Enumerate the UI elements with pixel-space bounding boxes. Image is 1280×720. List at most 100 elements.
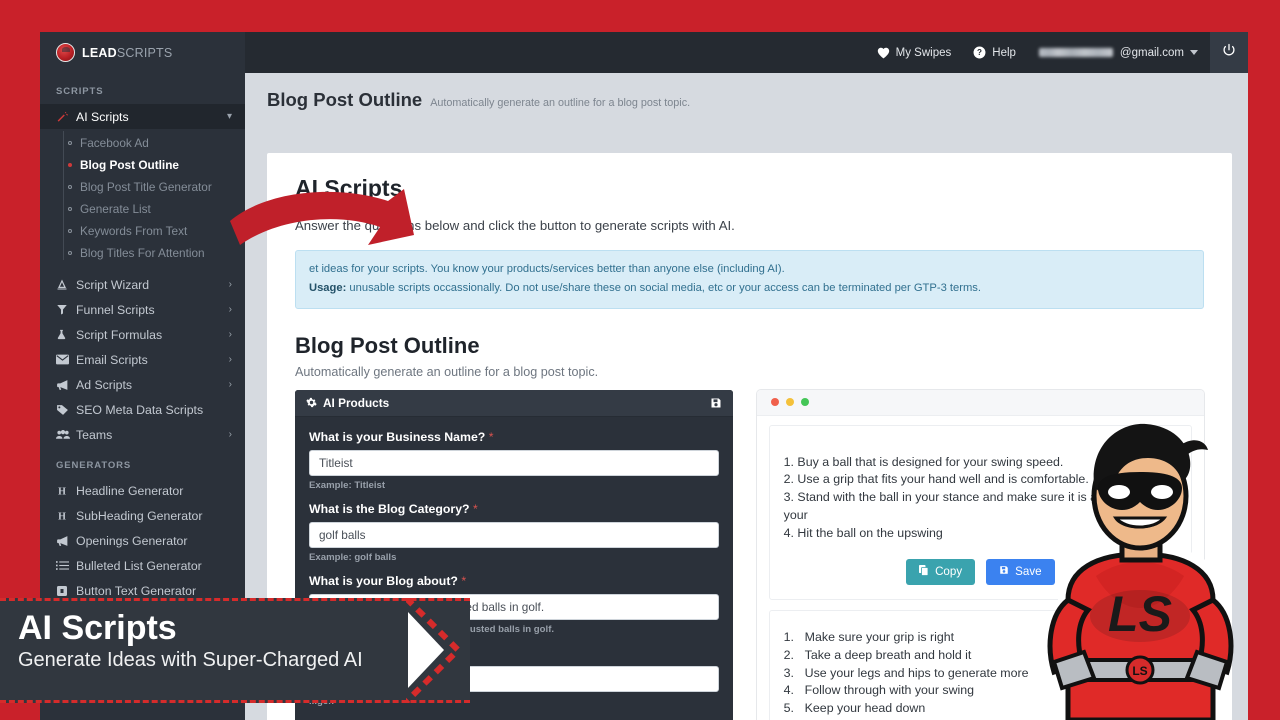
bullet-icon bbox=[68, 141, 72, 145]
screenshot-root: LEADSCRIPTS My Swipes ? Help @gmail.com … bbox=[0, 0, 1280, 720]
list-icon bbox=[56, 560, 73, 571]
sidebar-section-generators: GENERATORS bbox=[56, 460, 132, 471]
chevron-right-icon: › bbox=[228, 428, 232, 440]
question-circle-icon: ? bbox=[973, 46, 986, 59]
result-line-text: Use your legs and hips to generate more bbox=[804, 665, 1029, 680]
required-marker: * bbox=[488, 429, 494, 444]
sidebar-subitem-label: Keywords From Text bbox=[80, 224, 188, 238]
top-navigation-bar: LEADSCRIPTS My Swipes ? Help @gmail.com bbox=[40, 32, 1248, 73]
field-label-text: What is your Business Name? bbox=[309, 429, 486, 444]
sidebar-subitem-blog-titles-for-attention[interactable]: Blog Titles For Attention bbox=[40, 242, 245, 264]
sidebar-subitem-generate-list[interactable]: Generate List bbox=[40, 198, 245, 220]
result-number: 1. bbox=[783, 629, 794, 644]
result-line-text: Follow through with your swing bbox=[804, 683, 975, 698]
promo-banner-subtitle: Generate Ideas with Super-Charged AI bbox=[18, 648, 363, 671]
sidebar-item-subheading-generator[interactable]: H SubHeading Generator bbox=[40, 503, 245, 528]
promo-banner: AI Scripts Generate Ideas with Super-Cha… bbox=[0, 598, 470, 703]
section-subtitle: Automatically generate an outline for a … bbox=[295, 364, 599, 379]
bullet-icon bbox=[68, 185, 72, 189]
sidebar-item-headline-generator[interactable]: H Headline Generator bbox=[40, 478, 245, 503]
bullet-icon bbox=[68, 163, 72, 167]
copy-button[interactable]: Copy bbox=[906, 558, 976, 585]
sidebar-item-openings-generator[interactable]: Openings Generator bbox=[40, 528, 245, 553]
account-menu[interactable]: @gmail.com bbox=[1027, 47, 1210, 59]
sidebar-subitem-label: Blog Post Title Generator bbox=[80, 180, 212, 194]
sidebar-item-label: Script Wizard bbox=[76, 277, 150, 292]
sidebar-item-label: Ad Scripts bbox=[76, 377, 133, 392]
chevron-down-icon: ▾ bbox=[226, 110, 232, 122]
result-number: 2. bbox=[783, 647, 794, 662]
field-label-text: What is the Blog Category? bbox=[309, 501, 470, 516]
sidebar-item-seo-meta-data-scripts[interactable]: SEO Meta Data Scripts bbox=[40, 397, 245, 422]
heart-icon bbox=[877, 47, 890, 59]
help-link[interactable]: ? Help bbox=[962, 32, 1027, 73]
bullet-icon bbox=[68, 251, 72, 255]
bullet-icon bbox=[68, 207, 72, 211]
floppy-save-icon bbox=[999, 565, 1009, 578]
field-blog-category: What is the Blog Category? * Example: go… bbox=[309, 502, 719, 563]
bullet-icon bbox=[68, 229, 72, 233]
copy-icon bbox=[919, 564, 929, 579]
sidebar-item-label: Script Formulas bbox=[76, 327, 163, 342]
sidebar-subitem-blog-post-title-generator[interactable]: Blog Post Title Generator bbox=[40, 176, 245, 198]
sidebar-item-label: AI Scripts bbox=[76, 109, 129, 124]
usage-notice-line-2: Usage: unusable scripts occassionally. D… bbox=[309, 279, 1190, 298]
sidebar-item-script-formulas[interactable]: Script Formulas › bbox=[40, 322, 245, 347]
brand-text-lead: LEAD bbox=[82, 45, 117, 60]
sidebar-item-label: Bulleted List Generator bbox=[76, 558, 202, 573]
brand-logo-link[interactable]: LEADSCRIPTS bbox=[40, 32, 245, 73]
account-email-label: @gmail.com bbox=[1119, 46, 1184, 59]
svg-text:LS: LS bbox=[1108, 586, 1172, 642]
help-label: Help bbox=[992, 46, 1016, 59]
page-title: Blog Post Outline bbox=[267, 89, 423, 110]
field-business-name: What is your Business Name? * Example: T… bbox=[309, 430, 719, 491]
account-email-redacted bbox=[1038, 48, 1113, 57]
flask-icon bbox=[56, 328, 73, 341]
chevron-right-icon: › bbox=[228, 278, 232, 290]
my-swipes-link[interactable]: My Swipes bbox=[866, 32, 963, 73]
required-marker: * bbox=[461, 573, 467, 588]
sidebar-subitem-facebook-ad[interactable]: Facebook Ad bbox=[40, 132, 245, 154]
field-label-text: What is your Blog about? bbox=[309, 573, 458, 588]
sidebar-item-teams[interactable]: Teams › bbox=[40, 422, 245, 447]
page-header: Blog Post Outline Automatically generate… bbox=[245, 73, 1248, 123]
sidebar-subitem-keywords-from-text[interactable]: Keywords From Text bbox=[40, 220, 245, 242]
sidebar-item-email-scripts[interactable]: Email Scripts › bbox=[40, 347, 245, 372]
sidebar-item-script-wizard[interactable]: Script Wizard › bbox=[40, 272, 245, 297]
my-swipes-label: My Swipes bbox=[895, 46, 952, 59]
heading-h-icon: H bbox=[56, 510, 73, 522]
superhero-mascot-image: LS LS bbox=[1018, 400, 1263, 720]
business-name-input[interactable] bbox=[309, 449, 719, 476]
sidebar-item-bulleted-list-generator[interactable]: Bulleted List Generator bbox=[40, 553, 245, 578]
section-title: Blog Post Outline bbox=[295, 332, 480, 358]
usage-notice-text: unusable scripts occassionally. Do not u… bbox=[349, 282, 981, 295]
sidebar-item-ad-scripts[interactable]: Ad Scripts › bbox=[40, 372, 245, 397]
topbar-right-group: My Swipes ? Help @gmail.com bbox=[866, 32, 1248, 73]
sidebar-item-label: Teams bbox=[76, 427, 113, 442]
field-example: Example: Titleist bbox=[309, 479, 386, 491]
result-line-text: Keep your head down bbox=[804, 701, 926, 716]
window-close-icon bbox=[770, 398, 779, 407]
svg-text:H: H bbox=[58, 486, 66, 497]
heading-h-icon: H bbox=[56, 485, 73, 497]
funnel-icon bbox=[56, 303, 73, 316]
logout-button[interactable] bbox=[1210, 32, 1248, 73]
chevron-right-icon: › bbox=[228, 303, 232, 315]
field-label: What is the Blog Category? * bbox=[309, 502, 719, 516]
usage-notice: et ideas for your scripts. You know your… bbox=[295, 250, 1204, 309]
usage-notice-line-1: et ideas for your scripts. You know your… bbox=[309, 263, 785, 275]
chevron-down-icon bbox=[1190, 50, 1198, 55]
sidebar-item-label: Headline Generator bbox=[76, 483, 184, 498]
bullhorn-icon bbox=[56, 535, 73, 547]
copy-label: Copy bbox=[935, 565, 963, 579]
sidebar-item-label: Email Scripts bbox=[76, 352, 148, 367]
blog-category-input[interactable] bbox=[309, 521, 719, 548]
sidebar-item-ai-scripts[interactable]: AI Scripts ▾ bbox=[40, 104, 245, 129]
wizard-hat-icon bbox=[56, 278, 73, 291]
sidebar-subitem-blog-post-outline[interactable]: Blog Post Outline bbox=[40, 154, 245, 176]
brand-text-scripts: SCRIPTS bbox=[116, 45, 173, 60]
sidebar-item-funnel-scripts[interactable]: Funnel Scripts › bbox=[40, 297, 245, 322]
envelope-icon bbox=[56, 354, 73, 365]
panel-save-button[interactable] bbox=[710, 397, 722, 409]
chevron-right-icon: › bbox=[228, 353, 232, 365]
